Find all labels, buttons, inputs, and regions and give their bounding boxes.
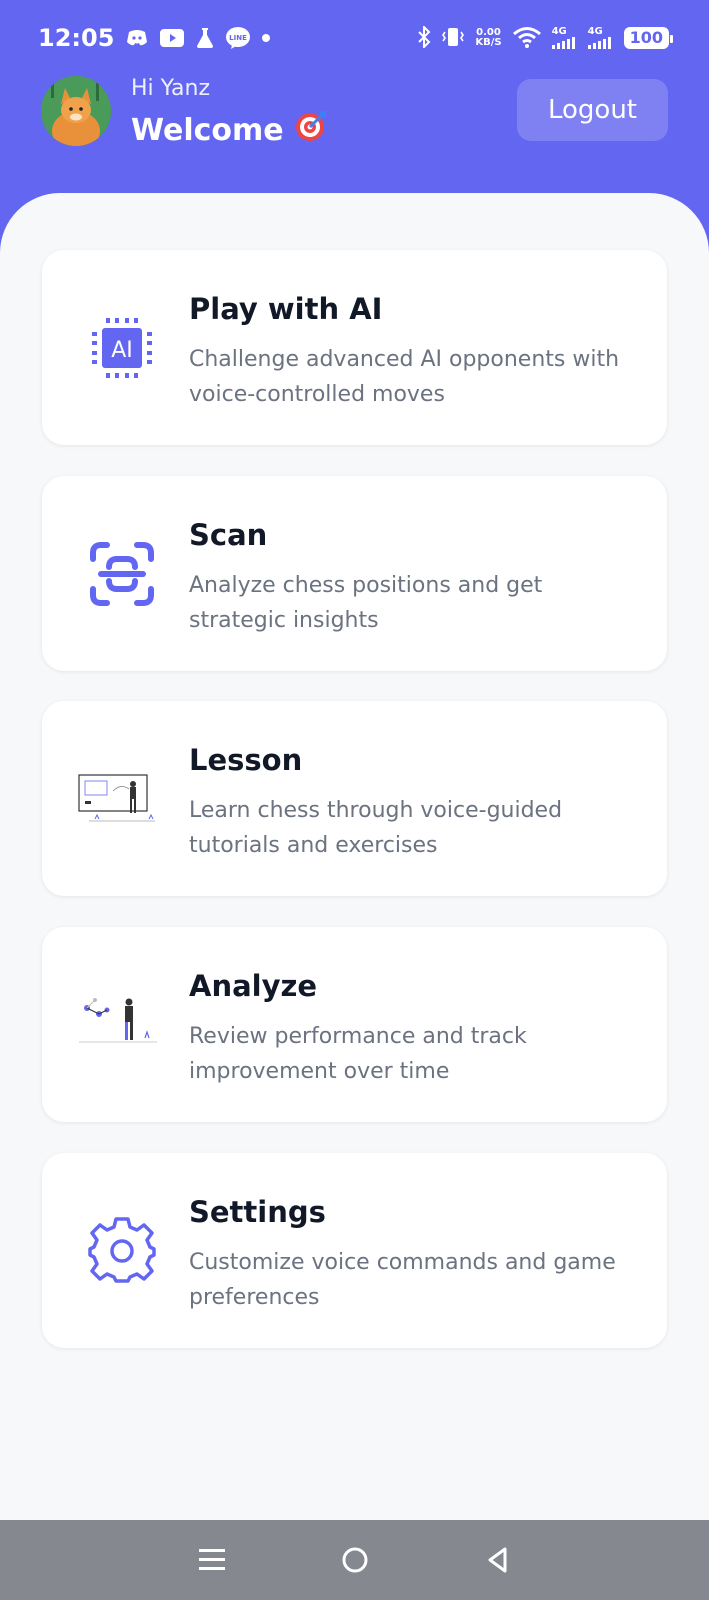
svg-text:AI: AI — [111, 338, 133, 363]
card-description: Learn chess through voice-guided tutoria… — [189, 798, 563, 858]
line-icon: LINE — [226, 27, 251, 49]
menu-nav-button[interactable] — [182, 1530, 242, 1590]
lesson-illustration — [77, 757, 159, 841]
greeting-block: Hi Yanz Welcome — [131, 76, 328, 151]
card-title: Lesson — [189, 743, 303, 777]
card-scan[interactable]: Scan Analyze chess positions and get str… — [42, 476, 667, 671]
avatar[interactable] — [41, 76, 111, 146]
notification-dot-icon — [262, 34, 271, 42]
svg-text:LINE: LINE — [230, 34, 248, 42]
card-title: Analyze — [189, 969, 318, 1003]
card-title: Play with AI — [189, 292, 383, 326]
card-description: Review performance and track improvement… — [189, 1024, 527, 1084]
card-description: Analyze chess positions and get strategi… — [189, 573, 543, 633]
card-description: Customize voice commands and game prefer… — [189, 1250, 616, 1310]
bluetooth-icon — [417, 24, 431, 51]
gear-icon — [80, 1209, 164, 1293]
target-icon — [294, 109, 328, 151]
signal-1: 4G — [551, 27, 578, 49]
discord-icon — [126, 29, 148, 47]
status-bar: 12:05 LINE 0.00 KB/S 4G 4G 100 — [0, 0, 709, 76]
vibrate-icon — [441, 26, 465, 51]
battery-indicator: 100 — [623, 27, 674, 49]
home-nav-button[interactable] — [325, 1530, 385, 1590]
signal-2: 4G — [587, 27, 614, 49]
card-title: Scan — [189, 518, 268, 552]
back-nav-button[interactable] — [468, 1530, 528, 1590]
card-play-with-ai[interactable]: AI Play with AI Challenge advanced AI op… — [42, 250, 667, 445]
scan-icon — [80, 532, 164, 616]
net-speed: 0.00 KB/S — [475, 27, 502, 48]
card-settings[interactable]: Settings Customize voice commands and ga… — [42, 1153, 667, 1348]
card-description: Challenge advanced AI opponents with voi… — [189, 347, 620, 407]
greeting-text: Hi Yanz — [131, 76, 211, 101]
youtube-icon — [160, 29, 185, 47]
card-title: Settings — [189, 1195, 326, 1229]
wifi-icon — [512, 26, 542, 51]
main-content: AI Play with AI Challenge advanced AI op… — [0, 193, 709, 1520]
system-nav-bar — [0, 1520, 709, 1600]
logout-button[interactable]: Logout — [517, 79, 668, 141]
header: Hi Yanz Welcome Logout — [0, 76, 709, 196]
card-lesson[interactable]: Lesson Learn chess through voice-guided … — [42, 701, 667, 896]
flask-icon — [196, 28, 214, 48]
card-analyze[interactable]: Analyze Review performance and track imp… — [42, 927, 667, 1122]
status-time: 12:05 — [38, 24, 115, 52]
analyze-illustration — [77, 983, 159, 1067]
ai-chip-icon: AI — [80, 306, 164, 390]
welcome-heading: Welcome — [131, 109, 328, 151]
